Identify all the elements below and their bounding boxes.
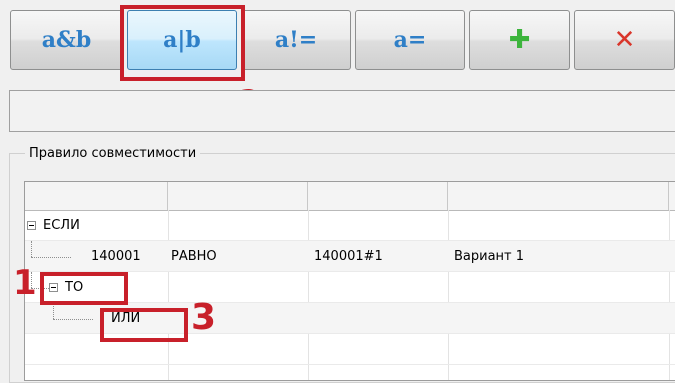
tree-row-if[interactable]: ЕСЛИ	[25, 210, 675, 241]
tree-line	[31, 257, 71, 258]
if-label: ЕСЛИ	[43, 218, 80, 233]
close-icon: ✕	[613, 25, 636, 55]
group-title: Правило совместимости	[25, 146, 201, 161]
header-cell[interactable]	[448, 182, 669, 210]
collapse-icon[interactable]	[27, 221, 36, 230]
tree-line	[53, 319, 93, 320]
and-label: a&b	[41, 27, 92, 53]
plus-icon: ✚	[508, 25, 531, 55]
tree-row-condition[interactable]: 140001 РАВНО 140001#1 Вариант 1	[25, 241, 675, 272]
not-equal-label: a!=	[274, 27, 318, 53]
operator-cell: РАВНО	[171, 249, 217, 264]
variant-cell: Вариант 1	[454, 249, 525, 264]
marker-3: 3	[191, 297, 217, 338]
highlight-then-node	[40, 272, 128, 305]
expression-field[interactable]	[9, 90, 675, 132]
not-equal-button[interactable]: a!=	[241, 10, 351, 70]
tree-line	[31, 241, 32, 257]
equal-label: a=	[393, 27, 427, 53]
header-cell[interactable]	[308, 182, 448, 210]
add-button[interactable]: ✚	[469, 10, 570, 70]
marker-1: 1	[13, 263, 37, 303]
code-cell: 140001	[91, 249, 141, 264]
tree-line	[53, 303, 54, 319]
delete-button[interactable]: ✕	[574, 10, 675, 70]
grid-header	[25, 182, 675, 211]
equal-button[interactable]: a=	[355, 10, 465, 70]
highlight-or-button	[120, 5, 245, 81]
toolbar: a&b a|b a!= a= ✚ ✕	[0, 0, 675, 80]
highlight-or-node	[100, 308, 188, 342]
and-button[interactable]: a&b	[10, 10, 123, 70]
header-cell[interactable]	[168, 182, 308, 210]
header-cell[interactable]	[25, 182, 168, 210]
value-cell: 140001#1	[314, 249, 383, 264]
